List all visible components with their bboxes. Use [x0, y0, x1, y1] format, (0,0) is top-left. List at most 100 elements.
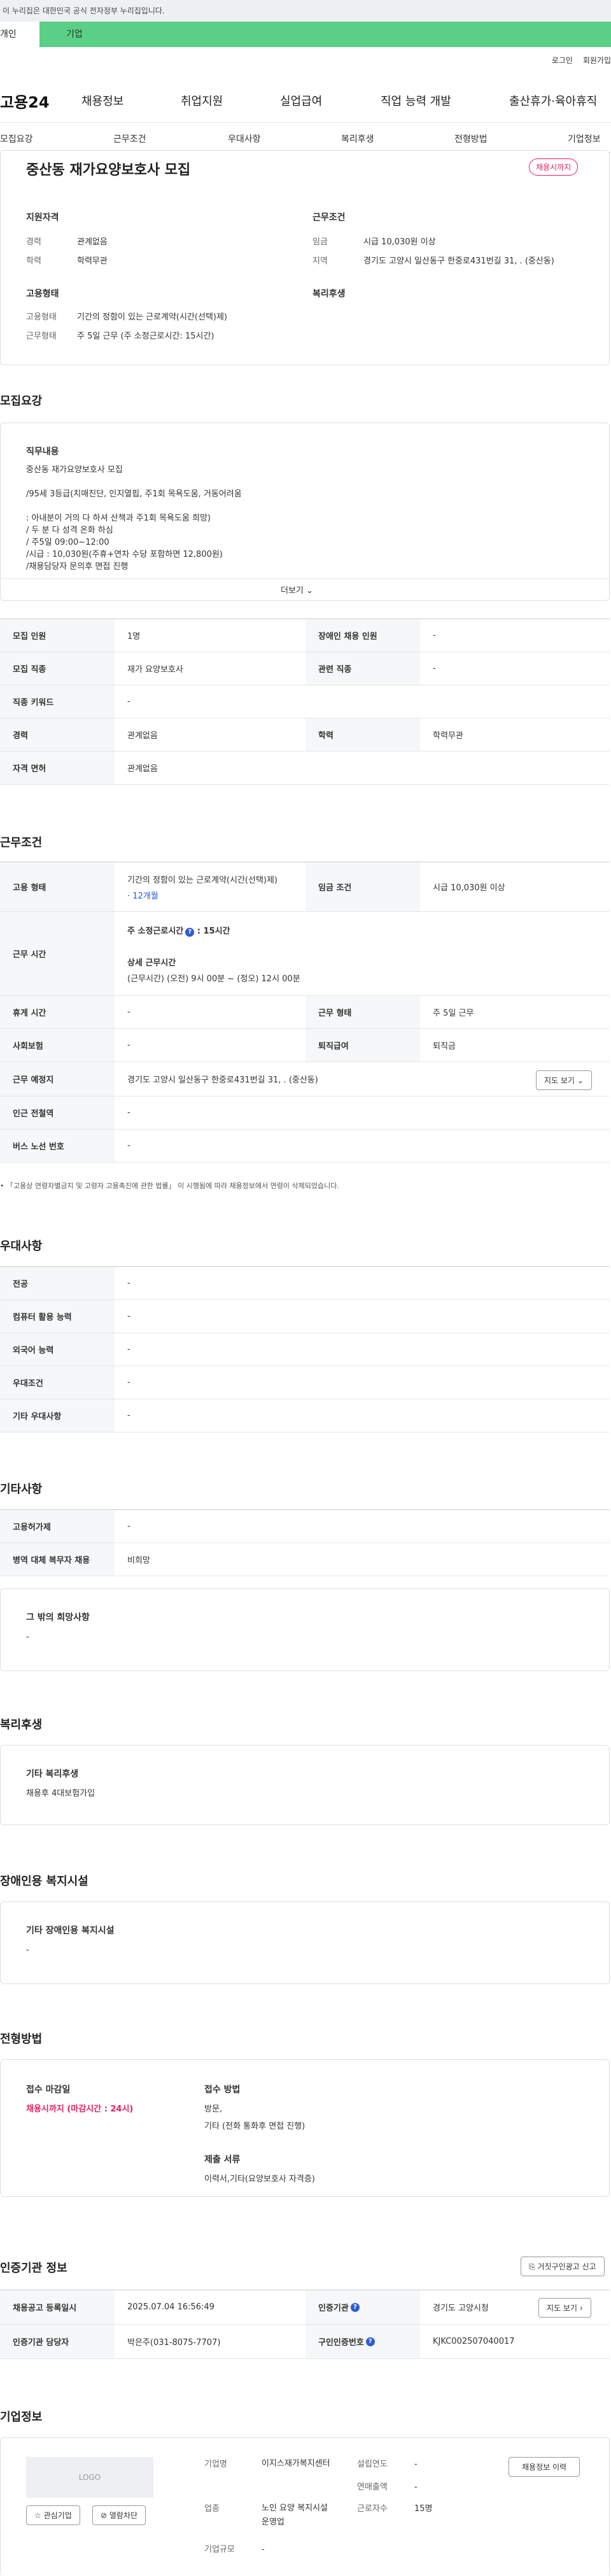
duty-line: 중산동 재가요양보호사 모집 [26, 465, 123, 475]
top-links: 로그인 회원가입 [552, 55, 611, 66]
gnb-item-jobs[interactable]: 채용정보 [81, 92, 123, 109]
block-icon: ⊘ [101, 2511, 108, 2520]
table-header: 사회보험 [0, 1029, 115, 1061]
duty-line: : 아내분이 거의 다 하셔 산책과 주1회 목욕도움 희망) [26, 514, 211, 523]
table-header: 고용허가제 [0, 1510, 115, 1543]
table-row: 인근 전철역 - [0, 1096, 610, 1130]
age-footnote-text: 「고용상 연령차별금지 및 고령자 고용촉진에 관한 법률」 이 시행됨에 따라… [6, 1182, 339, 1190]
table-cell: 재가 요양보호사 [127, 665, 183, 675]
subnav-company[interactable]: 기업정보 [568, 132, 601, 145]
table-row: 인증기관 담당자 박은주(031-8075-7707) 구인인증번호? KJKC… [0, 2325, 610, 2359]
map-button[interactable]: 지도 보기 ⌄ [536, 1070, 592, 1090]
org-map-button[interactable]: 지도 보기 › [538, 2298, 591, 2318]
emp-type-value: 기간의 정함이 있는 근로계약(시간(선택)제) [127, 875, 278, 885]
table-cell: 비희망 [127, 1556, 150, 1565]
report-fake-ad-button[interactable]: ⎘ 거짓구인광고 신고 [521, 2257, 605, 2276]
star-icon: ☆ [34, 2511, 41, 2520]
block-label: 열람차단 [109, 2511, 138, 2520]
table-header: 경력 [0, 718, 115, 751]
emp-title: 고용형태 [26, 289, 59, 299]
table-header: 학력 [306, 718, 420, 751]
org-map-label: 지도 보기 [547, 2304, 577, 2313]
table-header: 퇴직급여 [306, 1029, 420, 1061]
subnav-pref[interactable]: 우대사항 [228, 132, 261, 145]
org-label: 인증기관 [318, 2304, 349, 2313]
table-header: 장애인 채용 인원 [306, 619, 420, 652]
gov-notice-bar: 이 누리집은 대한민국 공식 전자정부 누리집입니다. [0, 0, 611, 22]
deadline-value: 채용시까지 (마감시간 : 24시) [26, 2104, 134, 2114]
etc-section-title: 기타사항 [0, 1483, 43, 1496]
login-link[interactable]: 로그인 [552, 55, 573, 66]
company-logo: LOGO [26, 2457, 153, 2498]
company-section-title: 기업정보 [0, 2411, 43, 2424]
cond-title: 근무조건 [313, 213, 346, 223]
wage-key: 임금 [313, 237, 328, 247]
table-cell: 2025.07.04 16:56:49 [127, 2302, 214, 2312]
tab-personal[interactable]: 개인 [0, 22, 39, 47]
biz-value: 노인 요양 복지시설 운영업 [262, 2503, 328, 2527]
weekly-hours-label: 주 소정근로시간 [127, 926, 184, 936]
pref-section-title: 우대사항 [0, 1240, 43, 1253]
size-item: 기업규모 - [204, 2542, 265, 2554]
duty-line: /95세 3등급(치매진단, 인지열핍, 주1회 목욕도움, 거동어려움 [26, 489, 242, 499]
welfare-card: 기타 복리후생 채용후 4대보험가입 [0, 1745, 610, 1825]
gnb-item-training[interactable]: 직업 능력 개발 [381, 92, 451, 109]
favorite-company-button[interactable]: ☆ 관심기업 [26, 2505, 80, 2525]
weekly-hours: 주 소정근로시간? : 15시간 [127, 924, 230, 937]
global-nav: 고용24 채용정보 취업지원 실업급여 직업 능력 개발 출산휴가·육아휴직 [0, 87, 611, 115]
qual-title: 지원자격 [26, 213, 59, 223]
work-table: 고용 형태 기간의 정함이 있는 근로계약(시간(선택)제) · 12개월 임금… [0, 862, 610, 1163]
table-cell: - [127, 1411, 130, 1420]
edu-item: 학력 학력무관 [26, 254, 108, 266]
gnb-item-support[interactable]: 취업지원 [181, 92, 223, 109]
career-item: 경력 관계없음 [26, 235, 108, 247]
employees-item: 근로자수 15명 [357, 2502, 433, 2514]
table-row: 채용공고 등록일시 2025.07.04 16:56:49 인증기관? 경기도 … [0, 2290, 610, 2325]
gnb-item-benefit[interactable]: 실업급여 [280, 92, 322, 109]
table-cell: KJKC002507040017 [433, 2337, 515, 2346]
hours-detail: (근무시간) (오전) 9시 00분 ~ (정오) 12시 00분 [127, 974, 300, 984]
block-view-button[interactable]: ⊘ 열람차단 [92, 2505, 146, 2525]
duty-line: /채용담당자 문의후 면접 진행 [26, 562, 129, 571]
gnb-item-leave[interactable]: 출산휴가·육아휴직 [509, 92, 597, 109]
company-name-key: 기업명 [204, 2460, 227, 2469]
table-row: 기타 우대사항 - [0, 1399, 610, 1432]
history-button[interactable]: 채용정보 이력 [509, 2457, 580, 2477]
welfare-section-title: 복리후생 [0, 1718, 43, 1732]
cert-no-label: 구인인증번호 [318, 2338, 364, 2348]
more-label: 더보기 [281, 586, 304, 596]
subnav-work[interactable]: 근무조건 [113, 132, 146, 145]
disab-title: 기타 장애인용 복지시설 [26, 1926, 115, 1936]
employees-value: 15명 [414, 2504, 433, 2514]
table-header: 인근 전철역 [0, 1096, 115, 1129]
more-button[interactable]: 더보기 ⌄ [281, 584, 313, 596]
help-icon[interactable]: ? [350, 2302, 360, 2312]
user-type-tabs: 개인 기업 [0, 22, 611, 47]
table-cell: - [127, 1345, 130, 1354]
welfare-etc-title: 기타 복리후생 [26, 1769, 79, 1779]
edu-key: 학력 [26, 256, 41, 266]
site-logo[interactable]: 고용24 [0, 90, 50, 112]
tab-company[interactable]: 기업 [39, 22, 611, 47]
subnav-welfare[interactable]: 복리후생 [341, 132, 374, 145]
subnav-process[interactable]: 전형방법 [454, 132, 488, 145]
section-nav: 모집요강 근무조건 우대사항 복리후생 전형방법 기업정보 [0, 122, 611, 153]
job-title: 중산동 재가요양보호사 모집 [26, 162, 191, 178]
table-cell: 퇴직금 [433, 1042, 456, 1051]
subnav-recruit[interactable]: 모집요강 [0, 132, 33, 145]
table-header: 우대조건 [0, 1366, 115, 1399]
est-value: - [414, 2460, 418, 2469]
est-key: 설립연도 [357, 2460, 388, 2469]
duty-line: / 두 분 다 성격 온화 하심 [26, 526, 113, 535]
help-icon[interactable]: ? [185, 927, 195, 937]
table-cell: 시급 10,030원 이상 [433, 883, 505, 893]
table-header: 휴게 시간 [0, 996, 115, 1028]
size-key: 기업규모 [204, 2545, 235, 2554]
join-link[interactable]: 회원가입 [583, 55, 611, 66]
method-line: 기타 (전화 통화후 면접 진행) [204, 2122, 306, 2131]
duty-line: / 주5일 09:00~12:00 [26, 538, 109, 547]
table-header: 직종 키워드 [0, 685, 115, 718]
table-header: 인증기관 담당자 [0, 2325, 115, 2358]
table-header: 근무 시간 [0, 912, 115, 995]
help-icon[interactable]: ? [365, 2337, 375, 2346]
